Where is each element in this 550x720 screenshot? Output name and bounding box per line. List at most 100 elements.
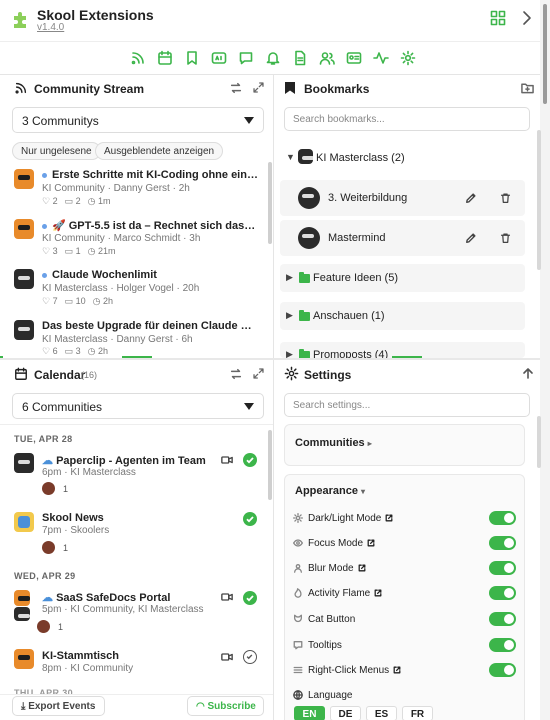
focus-mode-toggle[interactable] <box>489 536 516 550</box>
language-en-button[interactable]: EN <box>294 706 325 720</box>
settings-title: Settings <box>304 368 352 382</box>
external-link-icon <box>385 514 393 522</box>
grid-icon[interactable] <box>490 10 506 26</box>
dark-light-mode-toggle[interactable] <box>489 511 516 525</box>
blur-mode-toggle[interactable] <box>489 561 516 575</box>
avatar[interactable] <box>14 590 30 606</box>
post-title[interactable]: 🚀 GPT-5.5 ist da – Rechnet sich das Upgr… <box>42 219 258 232</box>
post-title[interactable]: Claude Wochenlimit <box>42 269 258 281</box>
filter-hidden-pill[interactable]: Ausgeblendete anzeigen <box>95 142 224 160</box>
video-icon[interactable] <box>221 592 233 602</box>
video-icon[interactable] <box>221 455 233 465</box>
avatar[interactable] <box>14 453 34 473</box>
avatar[interactable] <box>14 219 34 239</box>
users-icon[interactable] <box>319 50 335 66</box>
calendar-icon[interactable] <box>157 50 173 66</box>
id-card-icon[interactable] <box>346 50 362 66</box>
avatar[interactable] <box>14 512 34 532</box>
resize-handle[interactable] <box>392 356 422 358</box>
new-folder-icon[interactable] <box>521 82 534 94</box>
trash-icon[interactable] <box>500 232 511 244</box>
post-title[interactable]: Erste Schritte mit KI-Coding ohne einen … <box>42 169 258 181</box>
document-icon[interactable] <box>292 50 308 66</box>
edit-icon[interactable] <box>465 232 477 244</box>
language-de-button[interactable]: DE <box>330 706 361 720</box>
language-fr-button[interactable]: FR <box>402 706 433 720</box>
post-meta: KI Community · Marco Schmidt · 3h <box>42 233 201 244</box>
avatar[interactable] <box>14 320 34 340</box>
video-icon[interactable] <box>221 652 233 662</box>
activity-icon[interactable] <box>373 50 389 66</box>
external-link-icon <box>367 539 375 547</box>
event-title[interactable]: KI-Stammtisch <box>42 650 119 662</box>
attending-check-icon[interactable] <box>243 512 257 526</box>
post-title[interactable]: Das beste Upgrade für deinen Claude Code… <box>42 320 258 332</box>
expand-icon[interactable] <box>252 81 265 94</box>
avatar[interactable] <box>14 169 34 189</box>
bookmarks-scrollbar[interactable] <box>537 130 541 270</box>
chat-icon[interactable] <box>238 50 254 66</box>
bookmark-folder[interactable]: ▶ Anschauen (1) <box>280 302 525 330</box>
event-meta: 8pm · KI Community <box>42 663 134 674</box>
app-version-link[interactable]: v1.4.0 <box>37 22 64 33</box>
post-stats: ♡ 2 ▭ 2 ◷ 1m <box>42 196 111 206</box>
settings-scrollbar[interactable] <box>537 416 541 468</box>
attending-check-icon[interactable] <box>243 453 257 467</box>
export-events-button[interactable]: ⤓ Export Events <box>12 696 105 716</box>
rss-icon: ◠ <box>196 701 205 712</box>
calendar-community-select[interactable]: 6 Communities <box>12 393 264 419</box>
app-title: Skool Extensions <box>37 7 154 23</box>
chevron-right-icon[interactable] <box>520 10 534 26</box>
event-title[interactable]: ☁ SaaS SafeDocs Portal <box>42 591 170 604</box>
rss-icon[interactable] <box>130 50 146 66</box>
language-es-button[interactable]: ES <box>366 706 397 720</box>
activity-flame-toggle[interactable] <box>489 586 516 600</box>
ai-icon[interactable] <box>211 50 227 66</box>
bookmark-item[interactable]: Mastermind <box>280 220 525 256</box>
stream-community-select[interactable]: 3 Communitys <box>12 107 264 133</box>
attendee-count: 1 <box>63 484 69 494</box>
calendar-scrollbar[interactable] <box>268 430 272 500</box>
subscribe-button[interactable]: ◠ Subscribe <box>187 696 264 716</box>
flame-icon <box>294 588 302 598</box>
settings-search-input[interactable]: Search settings... <box>284 393 530 417</box>
event-title[interactable]: Skool News <box>42 512 104 524</box>
dropdown-arrow-icon <box>244 403 254 410</box>
horizontal-divider[interactable] <box>0 358 540 360</box>
resize-handle[interactable] <box>122 356 152 358</box>
filter-unread-pill[interactable]: Nur ungelesene <box>12 142 101 160</box>
post-meta: KI Community · Danny Gerst · 2h <box>42 183 190 194</box>
bookmark-group[interactable]: ▼ KI Masterclass (2) <box>280 144 525 172</box>
eye-icon <box>293 539 303 547</box>
bell-icon[interactable] <box>265 50 281 66</box>
avatar[interactable] <box>14 649 34 669</box>
right-click-menus-toggle[interactable] <box>489 663 516 677</box>
refresh-icon[interactable] <box>229 81 243 95</box>
section-title[interactable]: Appearance ▾ <box>295 485 365 497</box>
avatar[interactable] <box>14 269 34 289</box>
expand-icon[interactable] <box>252 367 265 380</box>
settings-icon[interactable] <box>400 50 416 66</box>
attending-check-icon[interactable] <box>243 591 257 605</box>
arrow-up-icon[interactable] <box>522 367 534 379</box>
bookmark-folder[interactable]: ▶ Feature Ideen (5) <box>280 264 525 292</box>
bookmarks-search-input[interactable]: Search bookmarks... <box>284 107 530 131</box>
communities-section[interactable]: Communities ▸ <box>284 424 525 466</box>
page-scrollbar[interactable] <box>540 0 550 720</box>
edit-icon[interactable] <box>465 192 477 204</box>
cat-button-toggle[interactable] <box>489 612 516 626</box>
tooltips-toggle[interactable] <box>489 638 516 652</box>
language-label: Language <box>308 690 353 701</box>
bookmark-item[interactable]: 3. Weiterbildung <box>280 180 525 216</box>
stream-scrollbar[interactable] <box>268 162 272 244</box>
setting-label: Cat Button <box>308 614 356 625</box>
attend-check-icon[interactable] <box>243 650 257 664</box>
resize-handle[interactable] <box>0 356 3 358</box>
bookmark-icon[interactable] <box>184 50 200 66</box>
avatar[interactable] <box>14 607 30 621</box>
external-link-icon <box>358 564 366 572</box>
event-title[interactable]: ☁ Paperclip - Agenten im Team <box>42 454 206 467</box>
page-scrollbar-thumb[interactable] <box>543 4 547 104</box>
trash-icon[interactable] <box>500 192 511 204</box>
refresh-icon[interactable] <box>229 367 243 381</box>
